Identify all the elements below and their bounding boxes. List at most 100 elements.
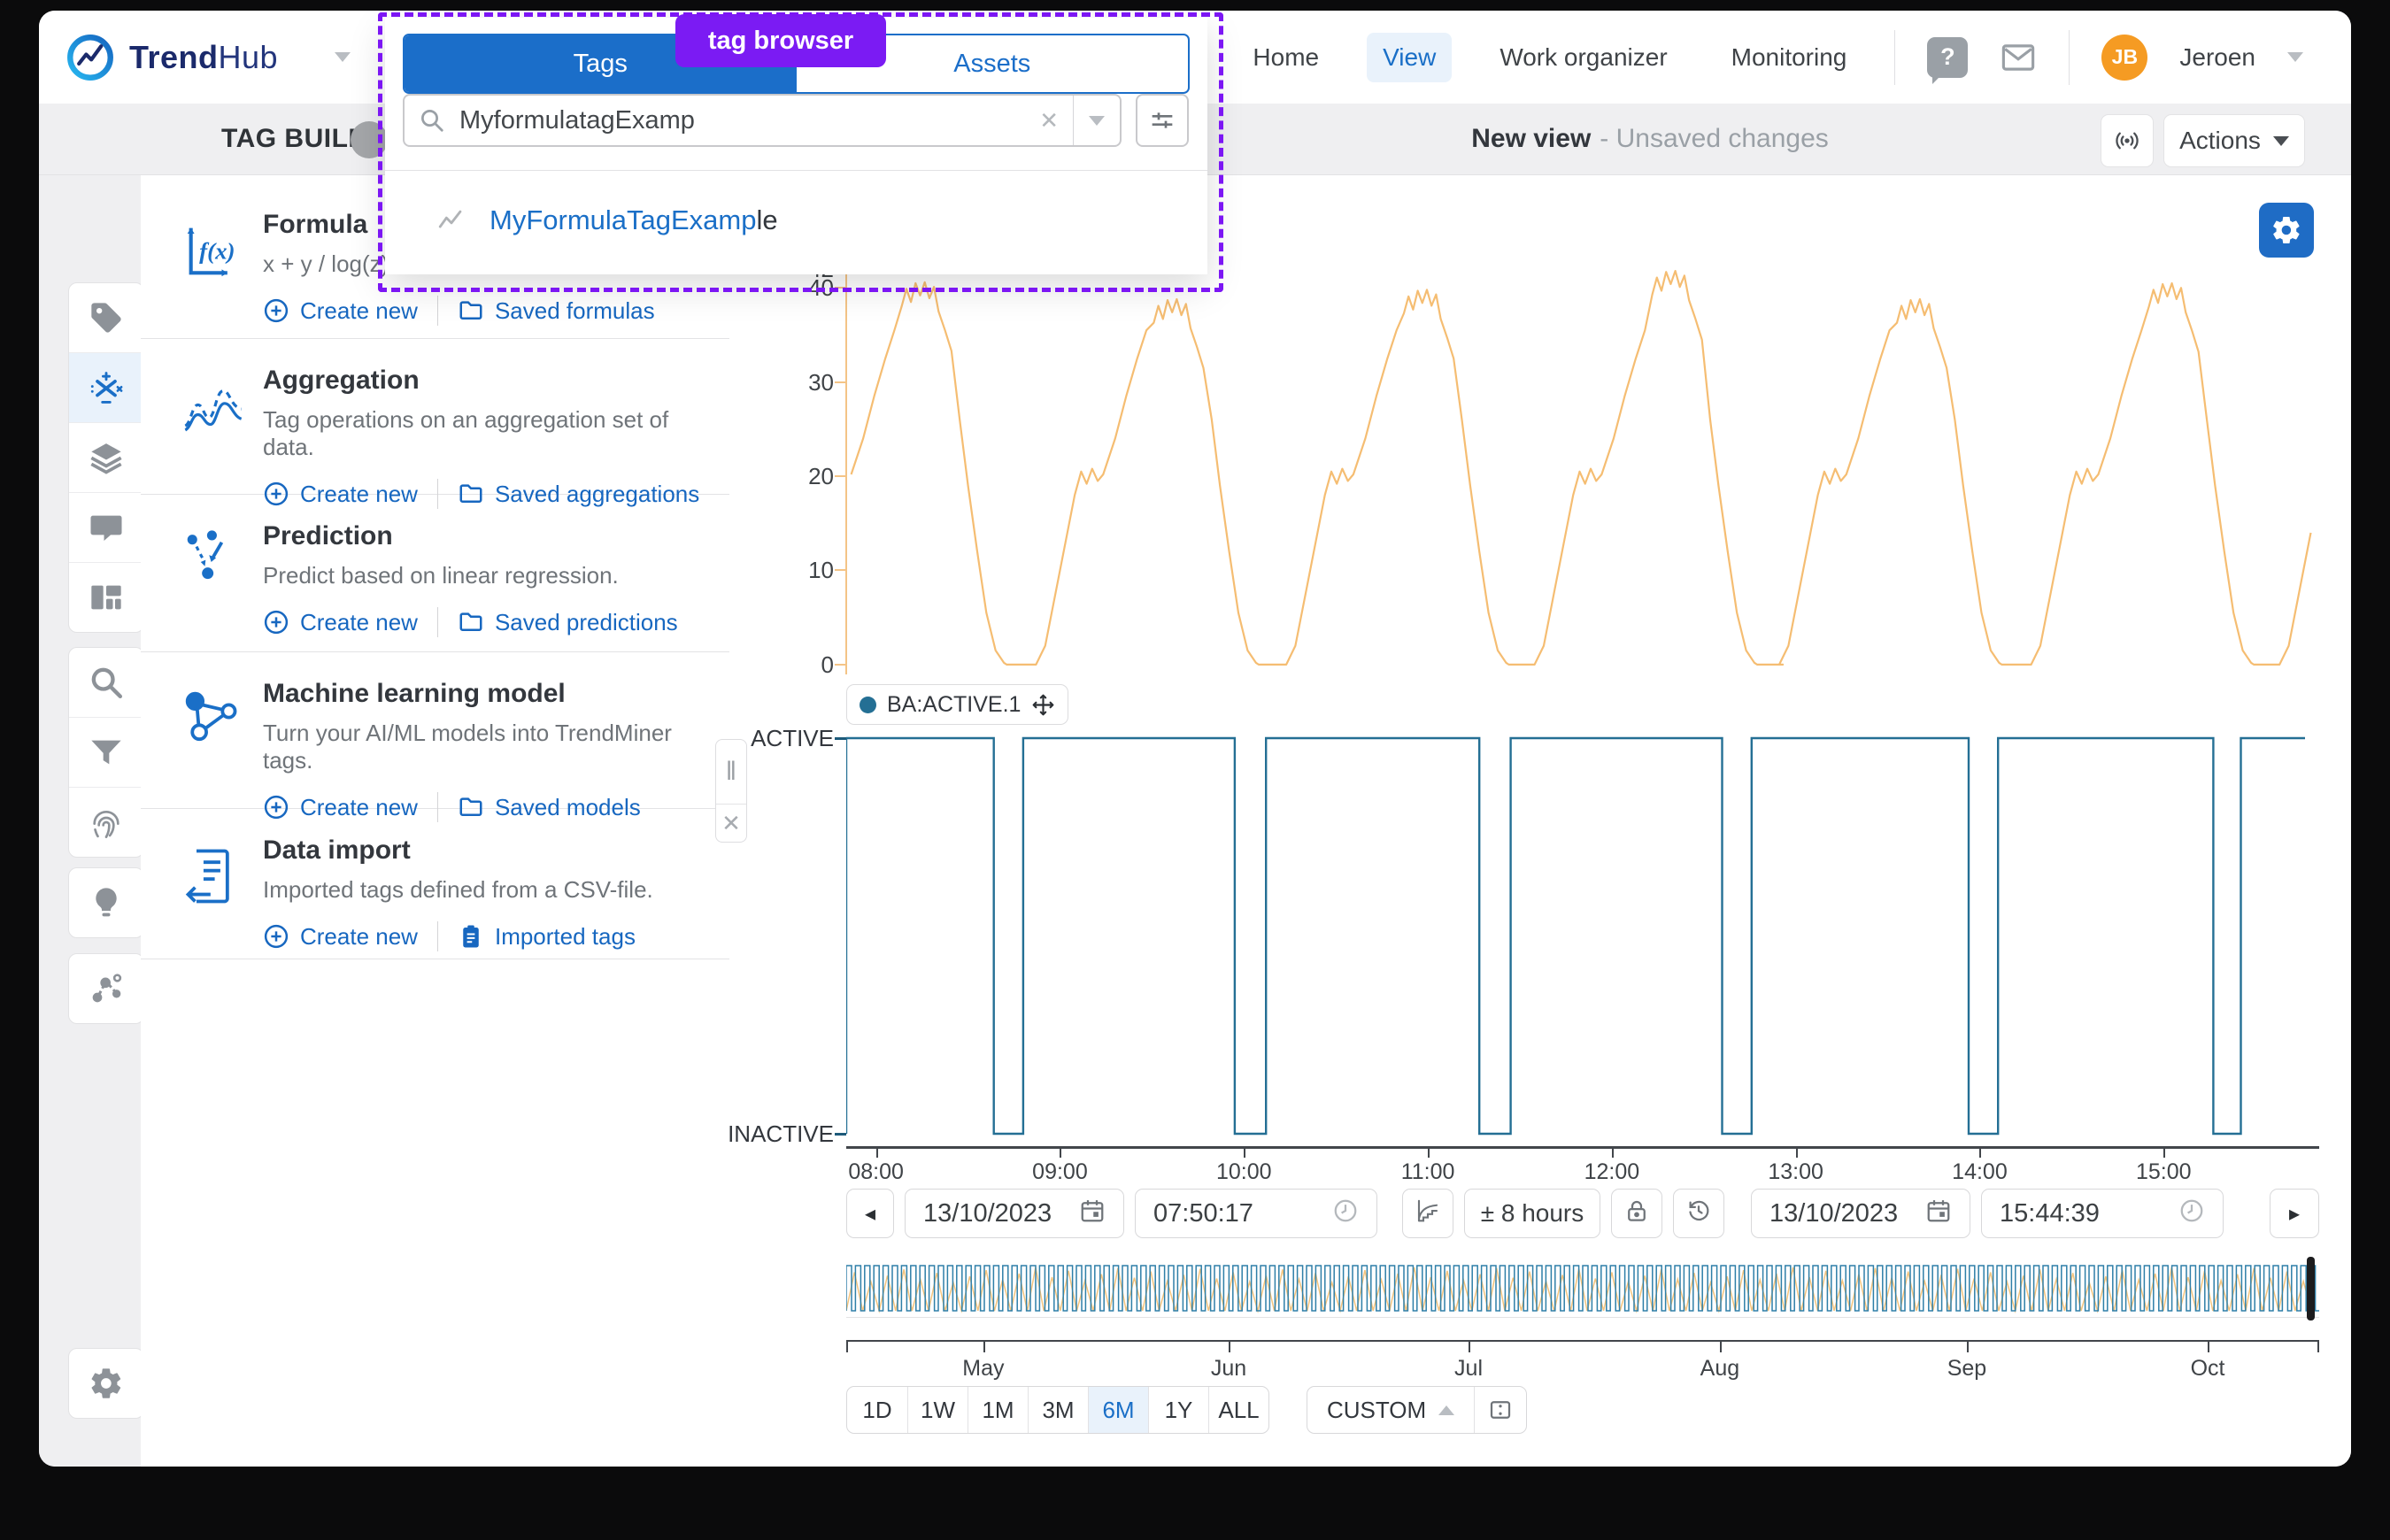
link-imported-tags[interactable]: Imported tags bbox=[458, 923, 636, 951]
pan-left-button[interactable]: ◂ bbox=[846, 1189, 894, 1238]
mail-button[interactable] bbox=[2000, 39, 2037, 76]
link-create-new[interactable]: Create new bbox=[263, 923, 418, 951]
range-button-1d[interactable]: 1D bbox=[847, 1387, 907, 1433]
custom-range-group: CUSTOM bbox=[1307, 1386, 1527, 1434]
svg-text:f(x): f(x) bbox=[199, 238, 235, 265]
section-body: PredictionPredict based on linear regres… bbox=[263, 521, 712, 637]
sidebar-item-settings[interactable] bbox=[69, 1349, 143, 1418]
sidebar-item-fingerprint[interactable] bbox=[69, 787, 143, 857]
user-caret-icon[interactable] bbox=[2287, 52, 2303, 62]
end-date-field[interactable]: 13/10/2023 bbox=[1751, 1189, 1970, 1238]
sidebar-item-nodes[interactable] bbox=[69, 954, 143, 1023]
digital-series-plot[interactable] bbox=[846, 726, 2319, 1149]
sidebar-item-search[interactable] bbox=[69, 648, 143, 717]
end-date-value: 13/10/2023 bbox=[1769, 1199, 1898, 1228]
range-button-all[interactable]: ALL bbox=[1208, 1387, 1268, 1433]
sidebar-item-formula[interactable] bbox=[69, 352, 143, 422]
range-button-1y[interactable]: 1Y bbox=[1148, 1387, 1208, 1433]
avatar[interactable]: JB bbox=[2101, 35, 2147, 81]
workspace-caret-icon[interactable] bbox=[335, 52, 351, 62]
month-tick-mark bbox=[983, 1342, 985, 1352]
range-button-1m[interactable]: 1M bbox=[968, 1387, 1028, 1433]
search-result-item[interactable]: MyFormulaTagExample bbox=[385, 171, 1207, 270]
nav-item-monitoring[interactable]: Monitoring bbox=[1715, 33, 1863, 82]
search-dropdown-caret[interactable] bbox=[1073, 96, 1120, 145]
live-broadcast-button[interactable] bbox=[2101, 114, 2154, 167]
search-input[interactable] bbox=[458, 105, 1025, 136]
month-tick-mark bbox=[1720, 1342, 1722, 1352]
time-tick-label: 14:00 bbox=[1926, 1159, 2032, 1185]
duration-button[interactable]: ± 8 hours bbox=[1464, 1189, 1600, 1238]
link-label: Create new bbox=[300, 923, 418, 951]
minimap-handle[interactable] bbox=[2307, 1257, 2315, 1321]
bulb-icon bbox=[89, 885, 124, 920]
month-label: Oct bbox=[2155, 1356, 2261, 1382]
builder-section-machine-learning-model: Machine learning modelTurn your AI/ML mo… bbox=[141, 652, 729, 809]
history-button[interactable] bbox=[1673, 1189, 1724, 1238]
nav-item-view[interactable]: View bbox=[1367, 33, 1452, 82]
nav-item-work-organizer[interactable]: Work organizer bbox=[1484, 33, 1683, 82]
link-create-new[interactable]: Create new bbox=[263, 297, 418, 325]
sidebar-item-comment[interactable] bbox=[69, 492, 143, 562]
link-create-new[interactable]: Create new bbox=[263, 609, 418, 636]
start-time-field[interactable]: 07:50:17 bbox=[1135, 1189, 1377, 1238]
section-links: Create new Saved predictions bbox=[263, 607, 712, 637]
panel-info-icon[interactable] bbox=[351, 121, 388, 158]
month-tick-mark bbox=[1967, 1342, 1969, 1352]
splitter-grip-icon[interactable]: ‖ bbox=[716, 740, 746, 805]
gear-icon bbox=[2270, 214, 2302, 246]
rail-group bbox=[68, 647, 144, 858]
start-date-field[interactable]: 13/10/2023 bbox=[905, 1189, 1124, 1238]
range-button-6m[interactable]: 6M bbox=[1088, 1387, 1148, 1433]
fit-view-button[interactable] bbox=[1474, 1387, 1526, 1433]
timeline-minimap[interactable] bbox=[846, 1260, 2319, 1318]
zoom-range-group: 1D1W1M3M6M1YALL bbox=[846, 1386, 1269, 1434]
legend-chip[interactable]: BA:ACTIVE.1 bbox=[846, 684, 1068, 725]
compare-scales-button[interactable] bbox=[1402, 1189, 1453, 1238]
search-filter-button[interactable] bbox=[1136, 94, 1189, 147]
move-icon[interactable] bbox=[1031, 693, 1055, 717]
comment-icon bbox=[89, 510, 124, 545]
actions-button[interactable]: Actions bbox=[2163, 114, 2305, 167]
y-tick-mark bbox=[835, 475, 846, 477]
sidebar-item-tag[interactable] bbox=[69, 283, 143, 352]
time-tick-mark bbox=[876, 1149, 878, 1158]
clear-search-icon[interactable]: ✕ bbox=[1025, 107, 1073, 135]
time-axis-line bbox=[846, 1146, 2319, 1149]
y-tick-label: 10 bbox=[754, 557, 834, 584]
sidebar-item-funnel[interactable] bbox=[69, 717, 143, 787]
y-tick-mark bbox=[835, 287, 846, 289]
chart-settings-button[interactable] bbox=[2259, 203, 2314, 258]
help-button[interactable]: ? bbox=[1927, 37, 1968, 78]
link-saved-formulas[interactable]: Saved formulas bbox=[458, 297, 655, 325]
time-tick-label: 09:00 bbox=[1006, 1159, 1113, 1185]
sidebar-item-layers[interactable] bbox=[69, 422, 143, 492]
section-desc: Imported tags defined from a CSV-file. bbox=[263, 876, 712, 904]
range-button-1w[interactable]: 1W bbox=[907, 1387, 968, 1433]
panel-splitter[interactable]: ‖ ✕ bbox=[715, 739, 747, 843]
clock-icon bbox=[1332, 1197, 1359, 1230]
section-body: AggregationTag operations on an aggregat… bbox=[263, 366, 712, 509]
rail-group bbox=[68, 867, 144, 938]
end-time-field[interactable]: 15:44:39 bbox=[1981, 1189, 2224, 1238]
aggregation-section-icon bbox=[180, 373, 247, 440]
fx-section-icon: f(x) bbox=[180, 217, 247, 284]
analog-series-plot[interactable] bbox=[846, 269, 2319, 674]
clock-icon bbox=[2178, 1197, 2205, 1230]
panel-close-icon[interactable]: ✕ bbox=[716, 805, 746, 842]
custom-range-button[interactable]: CUSTOM bbox=[1307, 1387, 1474, 1433]
sidebar-item-bulb[interactable] bbox=[69, 868, 143, 937]
rail-group-bottom bbox=[68, 1348, 144, 1419]
fingerprint-icon bbox=[89, 805, 124, 840]
tag-search-field[interactable]: ✕ bbox=[403, 94, 1122, 147]
pan-right-button[interactable]: ▸ bbox=[2270, 1189, 2319, 1238]
tag-builder-panel: f(x)Formulax + y / log(z)Create newSaved… bbox=[141, 175, 730, 1422]
lock-range-button[interactable] bbox=[1611, 1189, 1662, 1238]
builder-section-aggregation: AggregationTag operations on an aggregat… bbox=[141, 339, 729, 495]
tune-icon bbox=[1148, 106, 1176, 135]
nav-item-home[interactable]: Home bbox=[1237, 33, 1335, 82]
range-button-3m[interactable]: 3M bbox=[1028, 1387, 1088, 1433]
link-saved-predictions[interactable]: Saved predictions bbox=[458, 609, 678, 636]
divider bbox=[437, 921, 438, 951]
sidebar-item-layout[interactable] bbox=[69, 562, 143, 632]
